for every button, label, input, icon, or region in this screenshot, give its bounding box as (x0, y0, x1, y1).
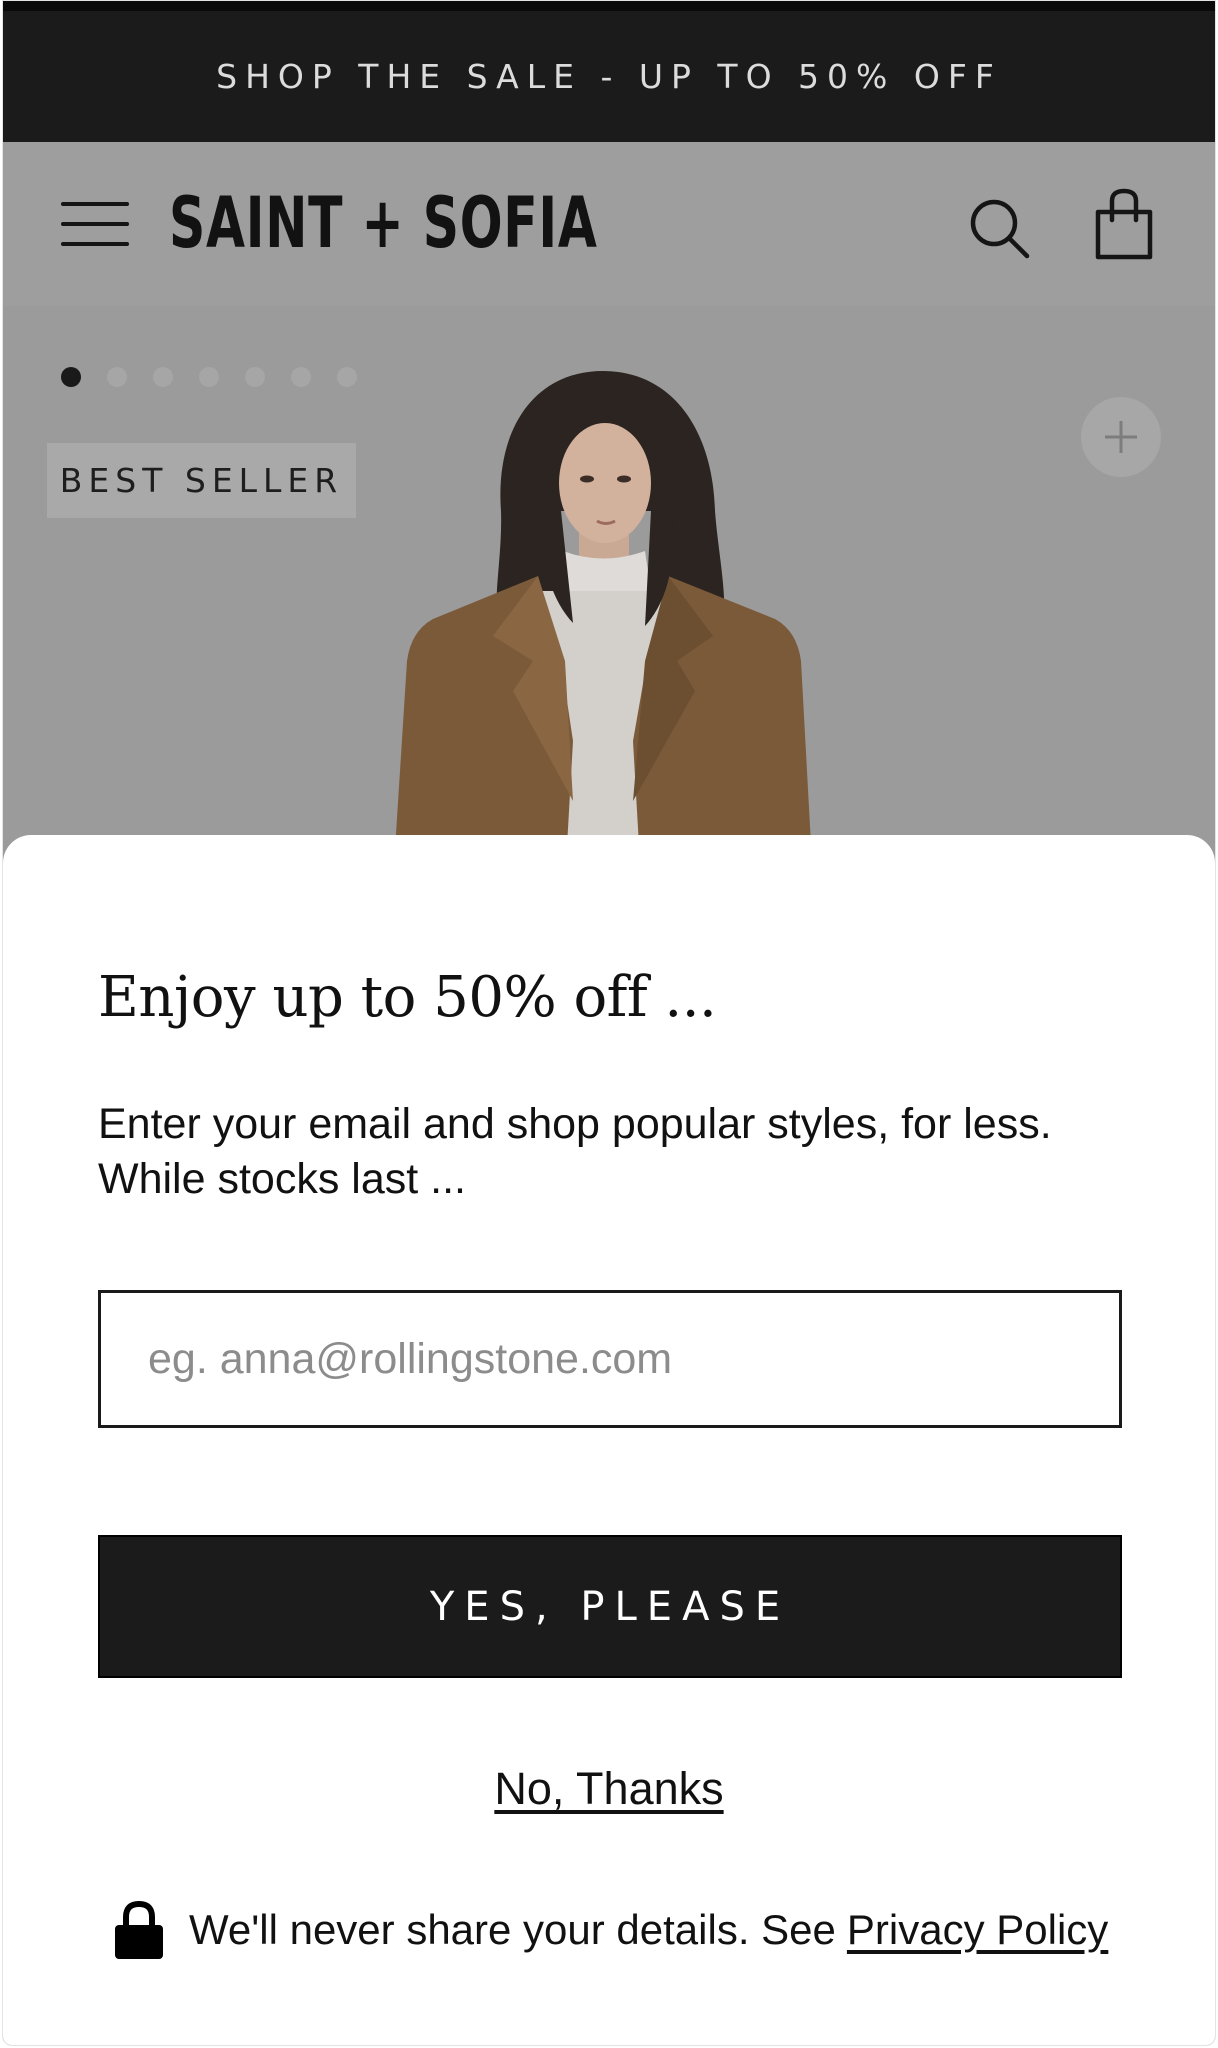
site-header: SAINT + SOFIA (3, 142, 1215, 306)
yes-please-button[interactable]: YES, PLEASE (98, 1535, 1122, 1678)
shopping-bag-icon[interactable] (1094, 188, 1154, 260)
announcement-text: SHOP THE SALE - UP TO 50% OFF (216, 57, 1002, 96)
privacy-policy-link[interactable]: Privacy Policy (847, 1906, 1108, 1954)
plus-icon[interactable] (1081, 397, 1161, 477)
carousel-dot[interactable] (337, 367, 357, 387)
product-hero-image[interactable]: BEST SELLER (3, 306, 1215, 866)
popup-description-line-2: While stocks last ... (98, 1155, 466, 1203)
search-icon[interactable] (967, 196, 1031, 260)
carousel-dot[interactable] (199, 367, 219, 387)
privacy-text: We'll never share your details. See (189, 1906, 836, 1953)
carousel-dot[interactable] (107, 367, 127, 387)
app-frame: SHOP THE SALE - UP TO 50% OFF SAINT + SO… (2, 0, 1216, 2046)
lock-icon (115, 1900, 163, 1959)
best-seller-badge: BEST SELLER (47, 443, 356, 518)
yes-please-label: YES, PLEASE (429, 1583, 791, 1630)
carousel-dots (61, 367, 357, 387)
popup-description: Enter your email and shop popular styles… (98, 1097, 1138, 1207)
privacy-notice: We'll never share your details. See Priv… (113, 1895, 1108, 1965)
carousel-dot[interactable] (153, 367, 173, 387)
popup-title: Enjoy up to 50% off ... (98, 965, 717, 1030)
hamburger-menu-icon[interactable] (61, 199, 131, 249)
carousel-dot[interactable] (61, 367, 81, 387)
carousel-dot[interactable] (245, 367, 265, 387)
no-thanks-container: No, Thanks (3, 1763, 1215, 1815)
no-thanks-link[interactable]: No, Thanks (494, 1763, 723, 1814)
email-input[interactable] (98, 1290, 1122, 1428)
email-signup-popup: Enjoy up to 50% off ... Enter your email… (3, 835, 1215, 2045)
carousel-dot[interactable] (291, 367, 311, 387)
announcement-bar[interactable]: SHOP THE SALE - UP TO 50% OFF (3, 1, 1215, 142)
popup-description-line-1: Enter your email and shop popular styles… (98, 1100, 1052, 1148)
model-in-coat-image (393, 371, 813, 866)
brand-logo[interactable]: SAINT + SOFIA (169, 178, 598, 268)
badge-label: BEST SELLER (59, 461, 344, 500)
